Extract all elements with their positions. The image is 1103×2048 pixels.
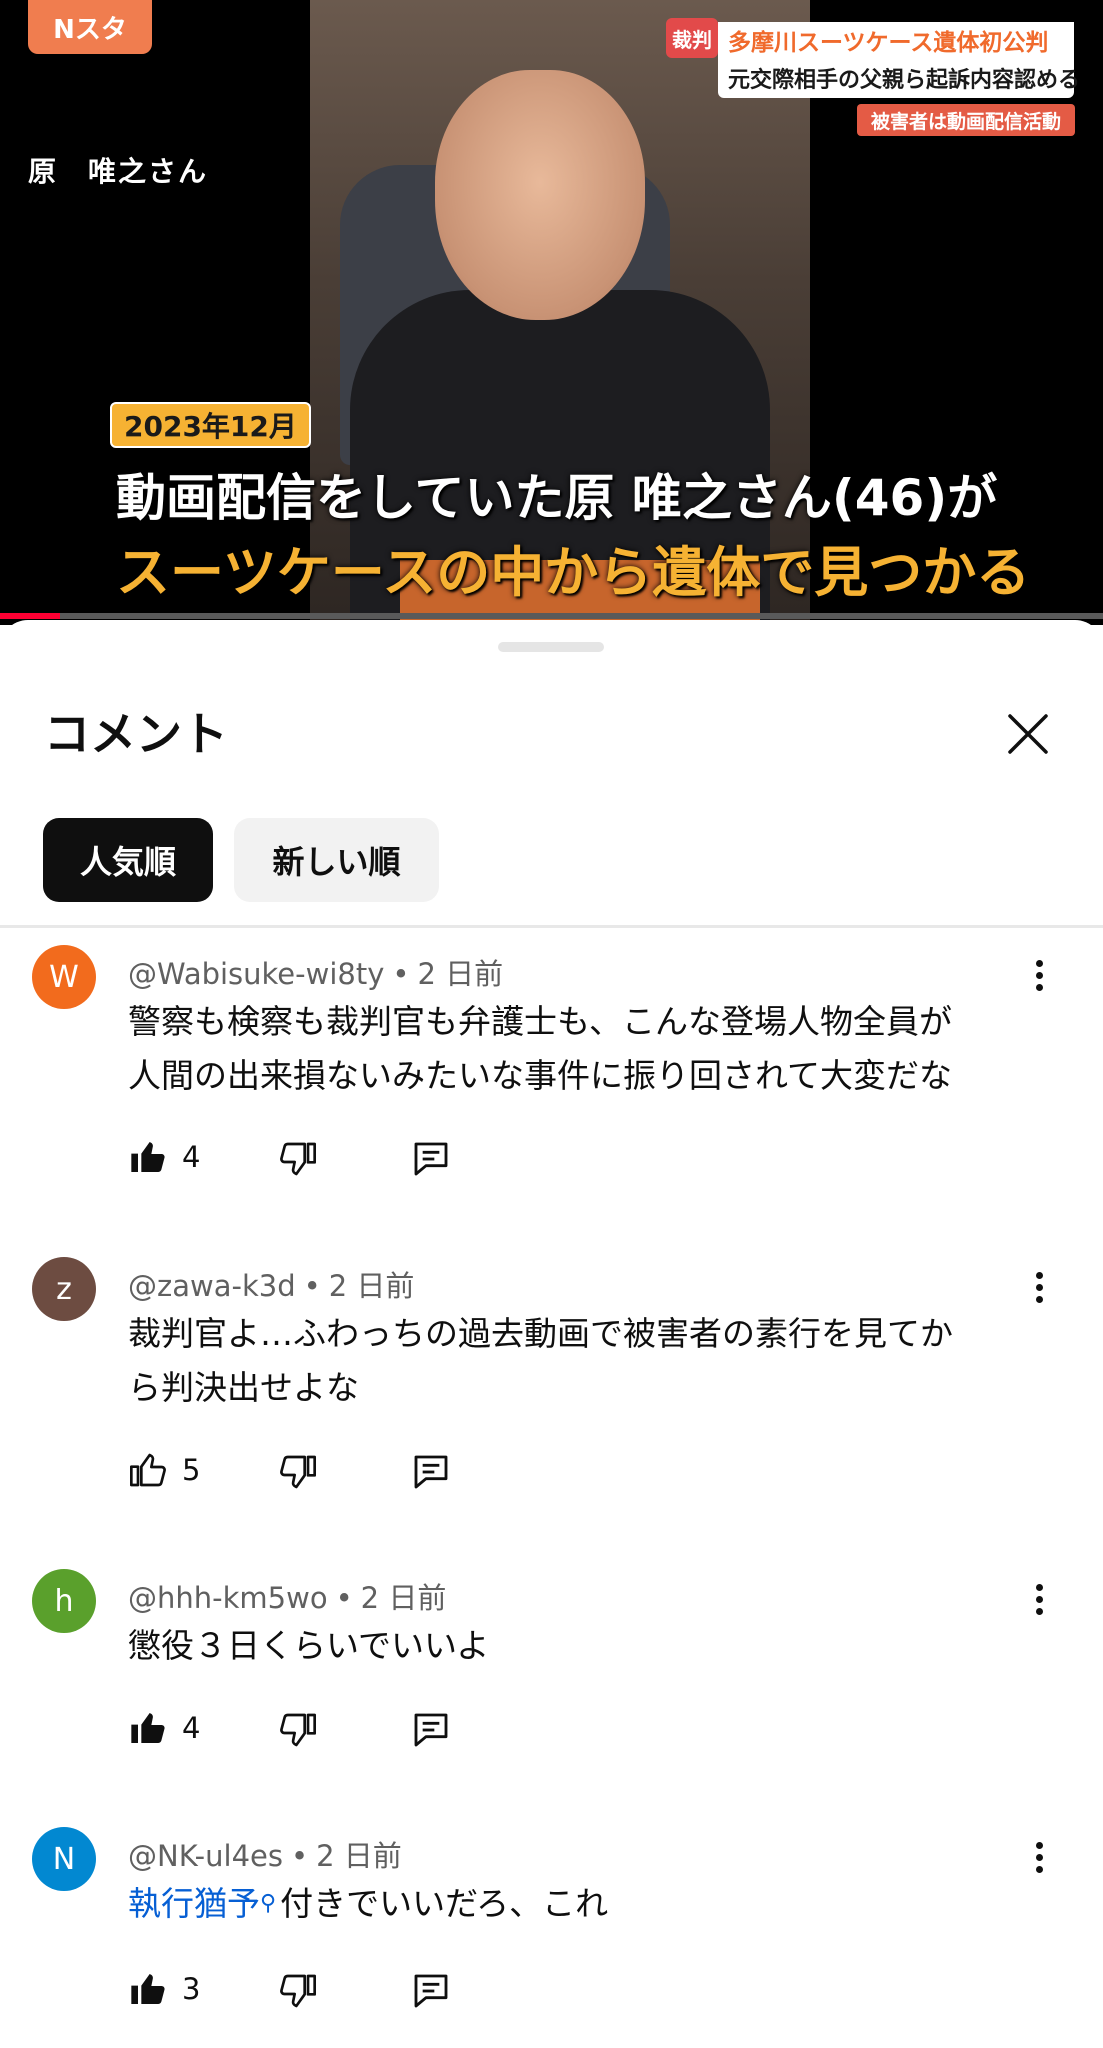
comment-text-line: 人間の出来損ないみたいな事件に振り回されて大変だな [128,1056,953,1095]
date-badge: 2023年12月 [110,402,311,448]
reply-icon [414,1142,448,1176]
meta-separator: • [392,957,410,991]
thumbs-up-icon [131,1142,165,1172]
thumbs-up-icon [131,1713,165,1743]
dislike-button[interactable] [278,1971,318,2015]
meta-separator: • [335,1581,353,1615]
comments-title: コメント [44,707,228,761]
like-count: 5 [182,1453,201,1487]
video-progress-bar[interactable] [0,613,1103,619]
dislike-button[interactable] [278,1710,318,1754]
reply-icon [414,1455,448,1489]
comment-text-line: ら判決出せよな [128,1368,359,1407]
comment-author[interactable]: @Wabisuke-wi8ty [128,957,384,991]
comment-meta: @hhh-km5wo • 2 日前 [128,1575,446,1617]
video-caption-line-1: 動画配信をしていた原 唯之さん(46)が [116,469,998,527]
video-player[interactable]: Nスタ 原 唯之さん 裁判 多摩川スーツケース遺体初公判 元交際相手の父親ら起訴… [0,0,1103,625]
meta-separator: • [290,1839,309,1873]
meta-separator: • [303,1269,321,1303]
avatar[interactable]: W [32,945,96,1009]
reply-button[interactable] [411,1452,451,1496]
comment-text: 裁判官よ…ふわっちの過去動画で被害者の素行を見てか ら判決出せよな [128,1307,1028,1415]
reply-icon [414,1974,448,2008]
comment-time: 2 日前 [360,1581,447,1615]
like-button[interactable]: 5 [128,1450,200,1490]
like-button[interactable]: 3 [128,1969,200,2009]
comment-text-line: 裁判官よ…ふわっちの過去動画で被害者の素行を見てか [128,1314,953,1353]
person-name-caption: 原 唯之さん [28,155,209,188]
dislike-button[interactable] [278,1452,318,1496]
thumbs-down-icon [280,1142,316,1176]
comment-meta: @NK-ul4es • 2 日前 [128,1833,402,1875]
like-button[interactable]: 4 [128,1708,200,1748]
divider [0,925,1103,928]
like-count: 3 [182,1972,201,2006]
search-icon[interactable]: ⚲ [260,1891,276,1916]
comment-time: 2 日前 [328,1269,415,1303]
comment-time: 2 日前 [417,957,504,991]
thumbs-up-icon [130,1453,166,1487]
channel-brand-badge: Nスタ [28,0,152,54]
ticker-note: 被害者は動画配信活動 [856,104,1075,136]
like-button[interactable]: 4 [128,1137,200,1177]
thumbs-down-icon [280,1455,316,1489]
comment-text-line: 警察も検察も裁判官も弁護士も、こんな登場人物全員が [128,1002,953,1041]
video-progress-fill [0,613,60,619]
ticker-tag: 裁判 [666,18,718,58]
like-count: 4 [182,1711,201,1745]
sort-chip-newest[interactable]: 新しい順 [234,818,439,902]
comment-text-line: 付きでいいだろ、これ [280,1884,609,1923]
avatar[interactable]: z [32,1257,96,1321]
comment-text: 懲役３日くらいでいいよ [128,1619,1028,1673]
scene-person-head [435,70,645,320]
comment-author[interactable]: @zawa-k3d [128,1269,296,1303]
comment-text: 執行猶予⚲ 付きでいいだろ、これ [128,1877,1028,1931]
comment-meta: @zawa-k3d • 2 日前 [128,1263,414,1305]
comment-author[interactable]: @hhh-km5wo [128,1581,328,1615]
comment-text-line: 懲役３日くらいでいいよ [128,1626,490,1665]
reply-button[interactable] [411,1971,451,2015]
comment-author[interactable]: @NK-ul4es [128,1839,283,1873]
thumbs-down-icon [280,1713,316,1747]
ticker-headline: 多摩川スーツケース遺体初公判 [718,22,1074,58]
drag-handle[interactable] [498,642,604,652]
reply-button[interactable] [411,1139,451,1183]
reply-icon [414,1713,448,1747]
sort-chip-top[interactable]: 人気順 [43,818,213,902]
search-link[interactable]: 執行猶予 [128,1884,260,1923]
comment-time: 2 日前 [316,1839,402,1873]
dislike-button[interactable] [278,1139,318,1183]
reply-button[interactable] [411,1710,451,1754]
ticker-subheadline: 元交際相手の父親ら起訴内容認める [718,58,1080,98]
comments-sheet: コメント 人気順 新しい順 W @Wabisuke-wi8ty • 2 日前 警察も… [0,620,1103,2048]
comment-meta: @Wabisuke-wi8ty • 2 日前 [128,951,503,993]
thumbs-down-icon [280,1974,316,2008]
close-icon[interactable] [1000,706,1056,762]
video-caption-line-2: スーツケースの中から遺体で見つかる [116,541,1031,604]
thumbs-up-icon [131,1974,165,2004]
like-count: 4 [182,1140,201,1174]
avatar[interactable]: h [32,1569,96,1633]
comment-text: 警察も検察も裁判官も弁護士も、こんな登場人物全員が 人間の出来損ないみたいな事件… [128,995,1028,1103]
avatar[interactable]: N [32,1827,96,1891]
